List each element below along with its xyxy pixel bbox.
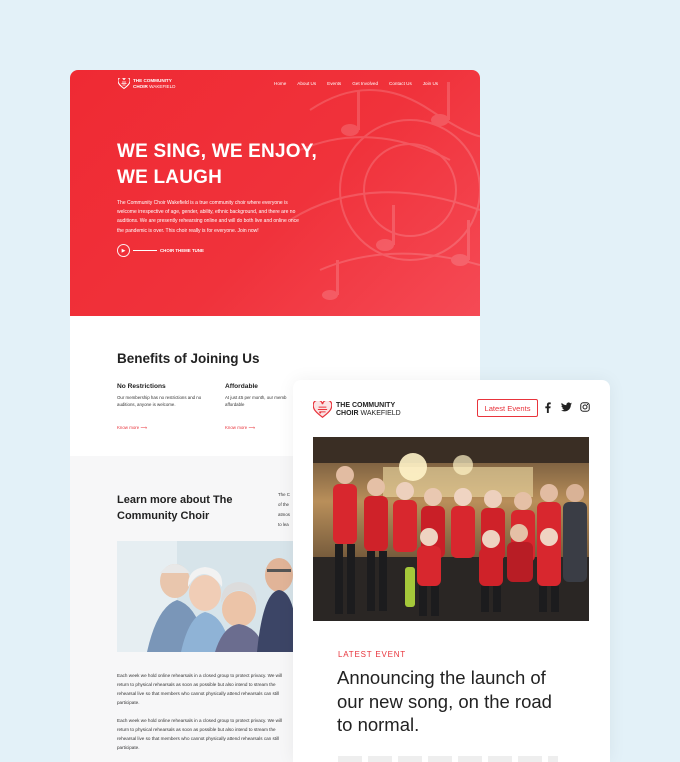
choir-performance-illustration: [313, 437, 589, 621]
twitter-icon[interactable]: [561, 402, 572, 412]
benefits-title: Benefits of Joining Us: [117, 351, 260, 366]
arrow-right-icon: ⟶: [248, 425, 255, 431]
side-line: of the: [278, 502, 289, 507]
event-kicker: LATEST EVENT: [338, 650, 406, 659]
learn-more-side-text: The C of the atmos to lea: [278, 490, 290, 530]
hero-title-line2: WE LAUGH: [117, 167, 223, 188]
nav-contact-us[interactable]: Contact Us: [389, 81, 412, 86]
know-more-link[interactable]: Know more ⟶: [117, 425, 147, 430]
choir-photo-illustration: [117, 541, 293, 652]
side-line: atmos: [278, 512, 290, 517]
logo-line2-bold: CHOIR: [133, 83, 148, 89]
logo-text: THE COMMUNITY CHOIR WAKEFIELD: [336, 402, 401, 418]
learn-paragraph-1: Each week we hold online rehearsals in a…: [117, 673, 283, 705]
learn-paragraph-2: Each week we hold online rehearsals in a…: [117, 718, 283, 750]
hero-section: THE COMMUNITY CHOIR WAKEFIELD Home About…: [70, 70, 480, 316]
latest-events-button[interactable]: Latest Events: [477, 399, 538, 417]
choir-performance-photo: [313, 437, 589, 621]
side-line: to lea: [278, 522, 289, 527]
know-more-label: Know more: [225, 425, 248, 431]
benefit-desc: Our membership has no restrictions and n…: [117, 395, 202, 407]
hero-description: The Community Choir Wakefield is a true …: [117, 200, 299, 234]
hero-title: WE SING, WE ENJOY, WE LAUGH: [117, 139, 317, 191]
logo-line1: THE COMMUNITY: [336, 401, 396, 409]
heart-music-icon: [313, 401, 332, 418]
benefit-desc: At just £5 per month, our memb affordabl…: [225, 395, 287, 407]
choir-members-photo: [117, 541, 293, 652]
heart-music-icon: [118, 78, 130, 89]
music-pattern-decoration: [290, 82, 480, 300]
theme-tune-player[interactable]: ▶ CHOIR THEME TUNE: [117, 244, 204, 257]
play-icon[interactable]: ▶: [117, 244, 130, 257]
nav-get-involved[interactable]: Get Involved: [352, 81, 378, 86]
logo-line2-light: WAKEFIELD: [360, 409, 401, 417]
know-more-link[interactable]: Know more ⟶: [225, 425, 255, 430]
nav-join-us[interactable]: Join Us: [423, 81, 438, 86]
play-divider: [133, 250, 157, 251]
benefit-no-restrictions: No Restrictions Our membership has no re…: [117, 383, 217, 434]
event-page-preview: THE COMMUNITY CHOIR WAKEFIELD Latest Eve…: [293, 380, 610, 762]
learn-more-title: Learn more about The Community Choir: [117, 494, 233, 522]
nav-home[interactable]: Home: [274, 81, 286, 86]
play-label: CHOIR THEME TUNE: [160, 248, 204, 253]
site-logo[interactable]: THE COMMUNITY CHOIR WAKEFIELD: [313, 401, 401, 418]
logo-line2-light: WAKEFIELD: [149, 83, 176, 89]
logo-line2-bold: CHOIR: [336, 409, 359, 417]
arrow-right-icon: ⟶: [140, 425, 147, 431]
event-body-text-fade: [338, 756, 558, 762]
facebook-icon[interactable]: [544, 402, 552, 413]
nav-about-us[interactable]: About Us: [297, 81, 316, 86]
event-title: Announcing the launch of our new song, o…: [337, 667, 552, 735]
benefit-title: No Restrictions: [117, 383, 166, 390]
hero-title-line1: WE SING, WE ENJOY,: [117, 141, 317, 162]
instagram-icon[interactable]: [580, 402, 590, 412]
site-logo[interactable]: THE COMMUNITY CHOIR WAKEFIELD: [118, 78, 175, 89]
side-line: The C: [278, 492, 290, 497]
nav-events[interactable]: Events: [327, 81, 341, 86]
main-nav: Home About Us Events Get Involved Contac…: [274, 81, 449, 86]
know-more-label: Know more: [117, 425, 140, 431]
logo-text: THE COMMUNITY CHOIR WAKEFIELD: [133, 78, 175, 89]
